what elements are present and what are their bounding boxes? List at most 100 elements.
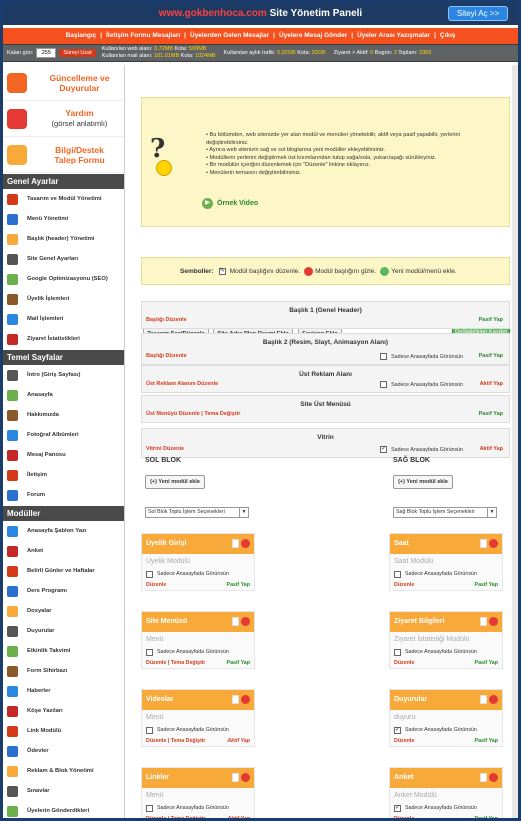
section-status-toggle[interactable]: Aktif Yap (480, 446, 503, 452)
checkbox[interactable] (146, 726, 153, 734)
section-edit-link[interactable]: Vitrini Düzenle (146, 446, 184, 452)
hide-icon[interactable] (241, 617, 250, 626)
sidebar-item[interactable]: Ders Programı (3, 581, 124, 601)
module-status-toggle[interactable]: Pasif Yap (475, 582, 498, 588)
left-add-module-button[interactable]: (+) Yeni modül ekle (145, 475, 205, 489)
module-edit-link[interactable]: Düzenle (394, 738, 414, 744)
module-status-toggle[interactable]: Pasif Yap (475, 660, 498, 666)
checkbox[interactable] (146, 804, 153, 812)
menu-item[interactable]: Üyelerden Gelen Mesajlar (190, 32, 269, 39)
section-edit-link[interactable]: Üst Reklam Alanını Düzenle (146, 381, 218, 387)
sidebar-item[interactable]: Köşe Yazıları (3, 701, 124, 721)
module-header[interactable]: Saat (390, 534, 502, 554)
module-status-toggle[interactable]: Aktif Yap (227, 816, 250, 818)
hide-icon[interactable] (241, 695, 250, 704)
module-homepage-only[interactable]: Sadece Anasayfada Görünsün (142, 646, 254, 658)
edit-icon[interactable] (232, 539, 239, 548)
checkbox[interactable]: ✓ (394, 804, 401, 812)
menu-item[interactable]: İletişim Formu Mesajları (106, 32, 180, 39)
sidebar-item[interactable]: Haberler (3, 681, 124, 701)
sidebar-item[interactable]: Form Sihirbazı (3, 661, 124, 681)
section-homepage-only[interactable]: ✓ Sadece Anasayfada Görünsün (380, 446, 463, 453)
checkbox[interactable] (146, 570, 153, 578)
edit-icon[interactable] (480, 617, 487, 626)
module-status-toggle[interactable]: Pasif Yap (475, 816, 498, 818)
menu-item[interactable]: Başlangıç (66, 32, 97, 39)
example-video-link[interactable]: ▶ Örnek Video (202, 198, 258, 209)
checkbox[interactable]: ✓ (380, 446, 388, 453)
sidebar-item[interactable]: Üyelerin Gönderdikleri (3, 801, 124, 818)
sidebar-item[interactable]: Sınavlar (3, 781, 124, 801)
hide-icon[interactable] (489, 539, 498, 548)
sidebar-item[interactable]: İletişim (3, 465, 124, 485)
visit-site-button[interactable]: Siteyi Aç >> (448, 6, 508, 21)
module-homepage-only[interactable]: ✓ Sadece Anasayfada Görünsün (390, 802, 502, 814)
sidebar-item[interactable]: Reklam & Blok Yönetimi (3, 761, 124, 781)
module-status-toggle[interactable]: Pasif Yap (475, 738, 498, 744)
sidebar-item[interactable]: Forum (3, 485, 124, 505)
sidebar-item[interactable]: Üyelik İşlemleri (3, 289, 124, 309)
sidebar-promo[interactable]: Güncelleme ve Duyurular (3, 65, 124, 101)
module-edit-link[interactable]: Düzenle (394, 816, 414, 818)
menu-item[interactable]: Üyeler Arası Yazışmalar (357, 32, 430, 39)
sidebar-item[interactable]: Menü Yönetimi (3, 209, 124, 229)
sidebar-item[interactable]: Mesaj Panosu (3, 445, 124, 465)
module-status-toggle[interactable]: Pasif Yap (227, 660, 250, 666)
sidebar-item[interactable]: Dosyalar (3, 601, 124, 621)
module-edit-link[interactable]: Düzenle | Tema Değiştir (146, 738, 205, 744)
module-homepage-only[interactable]: Sadece Anasayfada Görünsün (390, 568, 502, 580)
right-add-module-button[interactable]: (+) Yeni modül ekle (393, 475, 453, 489)
extend-button[interactable]: Süreyi Uzat (59, 49, 96, 57)
section-status-toggle[interactable]: Pasif Yap (479, 411, 503, 417)
section-status-toggle[interactable]: Pasif Yap (479, 353, 503, 359)
sidebar-item[interactable]: Başlık (header) Yönetimi (3, 229, 124, 249)
sidebar-item[interactable]: Anasayfa (3, 385, 124, 405)
module-homepage-only[interactable]: Sadece Anasayfada Görünsün (142, 802, 254, 814)
checkbox[interactable] (146, 648, 153, 656)
sidebar-item[interactable]: İntro (Giriş Sayfası) (3, 365, 124, 385)
section-homepage-only[interactable]: Sadece Anasayfada Görünsün (380, 353, 463, 360)
sidebar-item[interactable]: Anasayfa Şablon Yazı (3, 521, 124, 541)
edit-icon[interactable] (232, 617, 239, 626)
module-header[interactable]: Duyurular (390, 690, 502, 710)
module-homepage-only[interactable]: ✓ Sadece Anasayfada Görünsün (390, 724, 502, 736)
edit-icon[interactable] (480, 539, 487, 548)
sidebar-promo[interactable]: Yardım (görsel anlatımlı) (3, 101, 124, 137)
hide-icon[interactable] (489, 695, 498, 704)
left-bulk-select[interactable]: Sol Blok Toplu İşlem Seçenekleri ▼ (145, 507, 249, 518)
section-status-toggle[interactable]: Aktif Yap (480, 381, 503, 387)
module-edit-link[interactable]: Düzenle (394, 582, 414, 588)
sidebar-item[interactable]: Tasarım ve Modül Yönetimi (3, 189, 124, 209)
module-status-toggle[interactable]: Aktif Yap (227, 738, 250, 744)
edit-icon[interactable] (232, 773, 239, 782)
menu-item[interactable]: Çıkış (440, 32, 456, 39)
module-header[interactable]: Site Menüsü (142, 612, 254, 632)
module-edit-link[interactable]: Düzenle | Tema Değiştir (146, 816, 205, 818)
site-name[interactable]: www.gokbenhoca.com (159, 8, 267, 19)
section-edit-link[interactable]: Üst Menüyü Düzenle | Tema Değiştir (146, 411, 240, 417)
scrollbar[interactable] (512, 65, 518, 818)
checkbox[interactable] (380, 381, 388, 388)
module-header[interactable]: Ziyaret Bilgileri (390, 612, 502, 632)
sidebar-item[interactable]: Anket (3, 541, 124, 561)
edit-icon[interactable] (480, 695, 487, 704)
module-edit-link[interactable]: Düzenle (146, 582, 166, 588)
checkbox[interactable] (380, 353, 388, 360)
module-homepage-only[interactable]: Sadece Anasayfada Görünsün (142, 724, 254, 736)
module-header[interactable]: Linkler (142, 768, 254, 788)
module-header[interactable]: Üyelik Girişi (142, 534, 254, 554)
module-header[interactable]: Videolar (142, 690, 254, 710)
sidebar-item[interactable]: Belirli Günler ve Haftalar (3, 561, 124, 581)
sidebar-item[interactable]: Fotoğraf Albümleri (3, 425, 124, 445)
sidebar-item[interactable]: Google Optimizasyonu (SEO) (3, 269, 124, 289)
section-status-toggle[interactable]: Pasif Yap (479, 317, 503, 323)
section-homepage-only[interactable]: Sadece Anasayfada Görünsün (380, 381, 463, 388)
sidebar-item[interactable]: Etkinlik Takvimi (3, 641, 124, 661)
checkbox[interactable] (394, 648, 401, 656)
menu-item[interactable]: Üyelere Mesaj Gönder (279, 32, 347, 39)
checkbox[interactable]: ✓ (394, 726, 401, 734)
sidebar-promo[interactable]: Bilgi/Destek Talep Formu (3, 137, 124, 173)
hide-icon[interactable] (489, 617, 498, 626)
hide-icon[interactable] (489, 773, 498, 782)
module-edit-link[interactable]: Düzenle (394, 660, 414, 666)
